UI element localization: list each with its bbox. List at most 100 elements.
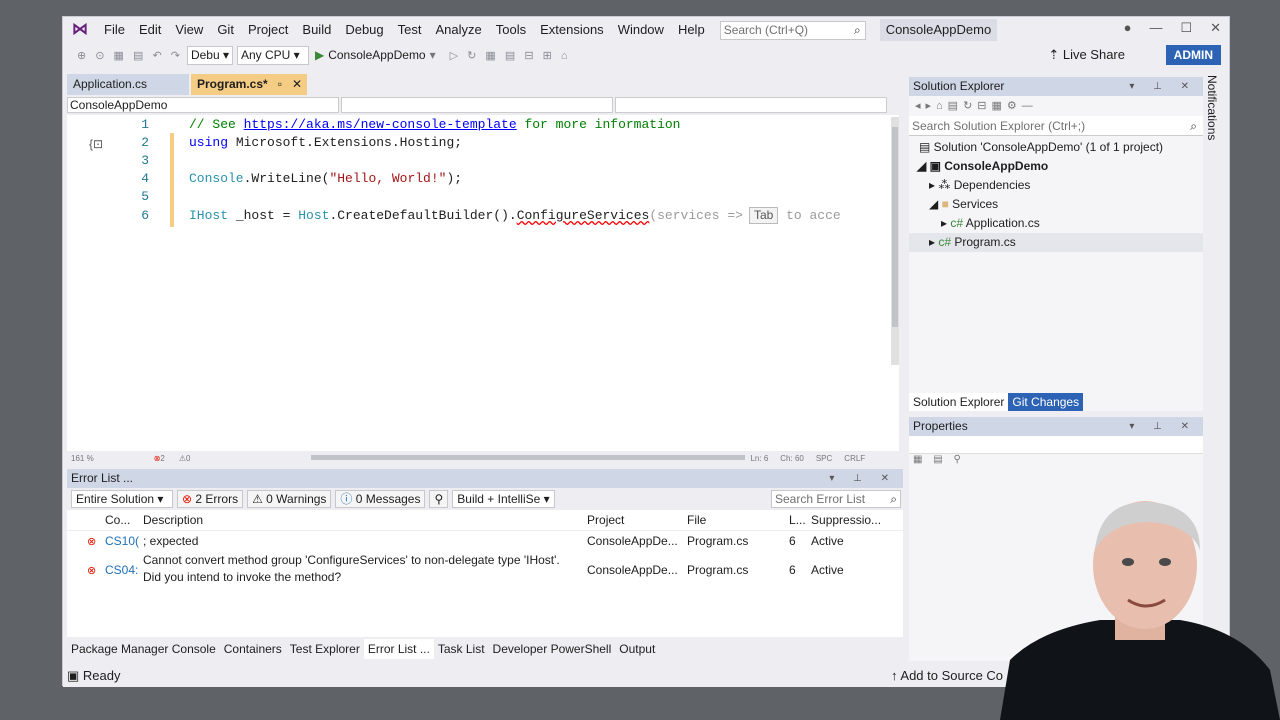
tab-solution-explorer[interactable]: Solution Explorer	[909, 393, 1009, 411]
panel-controls[interactable]: ▾ ⊥ ✕	[829, 469, 897, 488]
type-nav-combo[interactable]	[341, 97, 613, 113]
scroll-thumb[interactable]	[892, 127, 898, 327]
menu-tools[interactable]: Tools	[489, 17, 533, 43]
code-line: 2 using Microsoft.Extensions.Hosting;	[141, 135, 463, 150]
minimize-icon[interactable]: —	[1149, 17, 1162, 39]
project-nav-combo[interactable]: ConsoleAppDemo	[67, 97, 339, 113]
error-icon: ⊗	[87, 564, 97, 577]
properties-toolbar[interactable]: ▦ ▤ ⚲	[909, 454, 1203, 470]
solution-icon: ▤	[919, 140, 934, 154]
warning-icon: ⚠	[252, 492, 267, 506]
csharp-file-icon: c#	[950, 216, 966, 230]
tree-item-project[interactable]: ◢ ▣ ConsoleAppDemo	[909, 157, 1203, 176]
tree-item-program-cs[interactable]: ▸ c# Program.cs	[909, 233, 1203, 252]
live-share-button[interactable]: ⇡ Live Share	[1048, 47, 1125, 63]
notifications-rail[interactable]: Notifications	[1203, 75, 1225, 275]
live-share-icon: ⇡	[1048, 47, 1063, 62]
tree-item-solution[interactable]: ▤ Solution 'ConsoleAppDemo' (1 of 1 proj…	[909, 138, 1203, 157]
solution-explorer-header: Solution Explorer ▾ ⊥ ✕	[909, 77, 1203, 96]
solution-explorer: Solution Explorer ▾ ⊥ ✕ ◂▸⌂▤↻⊟▦⚙— Search …	[909, 77, 1203, 411]
maximize-icon[interactable]: ☐	[1180, 17, 1192, 39]
table-header-row: Co... Description Project File L... Supp…	[67, 510, 903, 531]
tab-error-list[interactable]: Error List ...	[363, 639, 434, 659]
error-count-icon[interactable]: ⊗	[154, 454, 161, 463]
presenter-webcam-overlay	[1000, 501, 1280, 720]
error-icon: ⊗	[87, 535, 97, 548]
tab-developer-powershell[interactable]: Developer PowerShell	[489, 639, 616, 659]
warnings-filter-button[interactable]: ⚠ 0 Warnings	[247, 490, 332, 508]
tab-package-manager-console[interactable]: Package Manager Console	[67, 639, 220, 659]
visual-studio-logo-icon: ⋈	[72, 21, 88, 38]
code-line: 6 IHost _host = Host.CreateDefaultBuilder…	[141, 207, 841, 224]
menu-test[interactable]: Test	[391, 17, 429, 43]
table-row[interactable]: ⊗ CS10( ; expected ConsoleAppDe... Progr…	[67, 530, 903, 552]
tab-task-list[interactable]: Task List	[434, 639, 489, 659]
solution-explorer-toolbar[interactable]: ◂▸⌂▤↻⊟▦⚙—	[909, 96, 1203, 116]
table-row[interactable]: ⊗ CS04: Cannot convert method group 'Con…	[67, 552, 903, 589]
warning-count-icon[interactable]: ⚠	[179, 454, 186, 463]
folder-icon: ■	[941, 197, 953, 211]
panel-controls[interactable]: ▾ ⊥ ✕	[1129, 77, 1197, 96]
messages-filter-button[interactable]: ⓘ 0 Messages	[335, 490, 426, 508]
build-intellisense-select[interactable]: Build + IntelliSe ▾	[452, 490, 555, 508]
tree-item-application-cs[interactable]: ▸ c# Application.cs	[909, 214, 1203, 233]
properties-object-combo[interactable]	[909, 436, 1203, 454]
search-icon: ⌕	[890, 492, 897, 506]
menu-build[interactable]: Build	[295, 17, 338, 43]
window-controls: ● — ☐ ✕	[1124, 17, 1221, 39]
menu-view[interactable]: View	[168, 17, 210, 43]
tab-containers[interactable]: Containers	[220, 639, 286, 659]
menu-debug[interactable]: Debug	[338, 17, 390, 43]
source-control-button[interactable]: ↑ Add to Source Co	[891, 665, 1003, 687]
admin-badge[interactable]: ADMIN	[1165, 45, 1221, 65]
menu-project[interactable]: Project	[241, 17, 295, 43]
editor-horizontal-scrollbar[interactable]	[311, 455, 745, 460]
panel-controls[interactable]: ▾ ⊥ ✕	[1129, 417, 1197, 436]
solution-search-input[interactable]: Search Solution Explorer (Ctrl+;) ⌕	[909, 116, 1203, 136]
menu-analyze[interactable]: Analyze	[428, 17, 488, 43]
zoom-level[interactable]: 161 %	[71, 454, 94, 463]
tab-application-cs[interactable]: Application.cs	[67, 74, 189, 95]
tab-hint: Tab	[748, 207, 779, 224]
menu-bar: File Edit View Git Project Build Debug T…	[97, 17, 712, 43]
menu-git[interactable]: Git	[210, 17, 241, 43]
solution-tree: ▤ Solution 'ConsoleAppDemo' (1 of 1 proj…	[909, 136, 1203, 252]
template-link[interactable]: https://aka.ms/new-console-template	[244, 117, 517, 132]
editor-vertical-scrollbar[interactable]	[891, 117, 899, 365]
play-icon: ▶	[314, 48, 325, 62]
solution-explorer-tabs: Solution Explorer Git Changes	[909, 393, 1203, 411]
code-editor[interactable]: {⊡ 1// See https://aka.ms/new-console-te…	[67, 115, 899, 451]
search-input[interactable]: Search (Ctrl+Q) ⌕	[719, 20, 866, 40]
filter-icon[interactable]: ⚲	[429, 490, 449, 508]
errors-filter-button[interactable]: ⊗ 2 Errors	[177, 490, 244, 508]
platform-combo[interactable]: Any CPU ▾	[236, 45, 309, 65]
menu-edit[interactable]: Edit	[132, 17, 168, 43]
error-list-search[interactable]: Search Error List ⌕	[771, 490, 901, 508]
menu-window[interactable]: Window	[611, 17, 671, 43]
scope-select[interactable]: Entire Solution ▾	[71, 490, 173, 508]
tree-item-services[interactable]: ◢ ■ Services	[909, 195, 1203, 214]
error-table: Co... Description Project File L... Supp…	[67, 510, 903, 589]
config-combo[interactable]: Debu ▾	[186, 45, 233, 65]
code-line: 5	[141, 189, 149, 204]
toolbar-icons[interactable]: ⊕ ⊙ ▦ ▤ ↶ ↷	[77, 49, 183, 62]
toolbar-icons-2[interactable]: ▷ ↻ ▦ ▤ ⊟ ⊞ ⌂	[450, 49, 571, 62]
close-tab-icon[interactable]: ✕	[292, 77, 302, 91]
run-button[interactable]: ▶ ConsoleAppDemo ▾	[315, 48, 436, 62]
search-icon: ⌕	[853, 22, 861, 37]
tab-git-changes[interactable]: Git Changes	[1008, 393, 1084, 411]
pin-icon[interactable]: ▫	[278, 77, 282, 91]
tree-item-dependencies[interactable]: ▸ ⁂ Dependencies	[909, 176, 1203, 195]
member-nav-combo[interactable]	[615, 97, 887, 113]
menu-help[interactable]: Help	[671, 17, 712, 43]
document-tabs: Application.cs Program.cs* ▫ ✕	[67, 74, 903, 95]
tab-program-cs[interactable]: Program.cs* ▫ ✕	[191, 74, 307, 95]
account-icon[interactable]: ●	[1124, 17, 1132, 39]
close-icon[interactable]: ✕	[1210, 17, 1221, 39]
tab-output[interactable]: Output	[615, 639, 659, 659]
menu-extensions[interactable]: Extensions	[533, 17, 611, 43]
menu-file[interactable]: File	[97, 17, 132, 43]
project-icon: ▣	[929, 159, 945, 173]
status-text: Ready	[82, 668, 121, 683]
tab-test-explorer[interactable]: Test Explorer	[286, 639, 364, 659]
